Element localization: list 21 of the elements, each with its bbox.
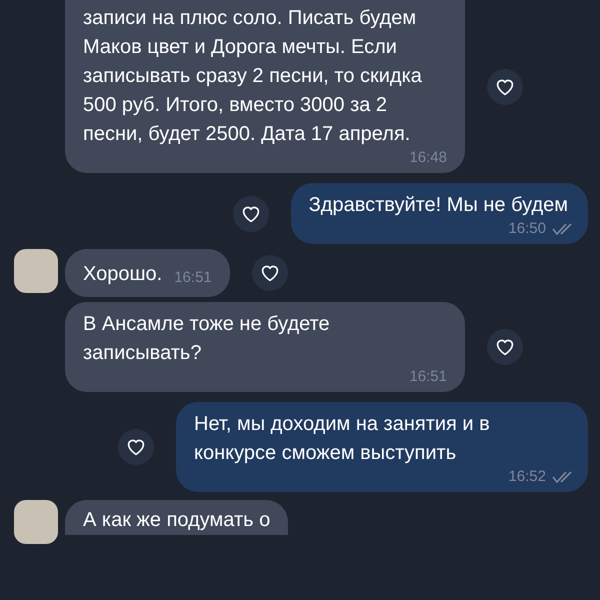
- heart-icon: [260, 264, 280, 282]
- message-time: 16:51: [174, 268, 212, 288]
- message-text: В Ансамле тоже не будете записывать?: [83, 312, 331, 366]
- message-text: Хорошо.: [83, 262, 162, 287]
- message-time: 16:50: [508, 220, 546, 238]
- like-button[interactable]: [232, 196, 269, 232]
- message-text: Здравствуйте! Мы не будем: [308, 193, 569, 218]
- message-time: 16:51: [409, 368, 447, 386]
- message-text: записи на плюс соло. Писать будем Маков цвет и Дорога мечты. Если записывать сразу 2 песни, то скидка 500 руб. Итого, вместо 3000 за 2 песни, будет 2500. Дата 17 апреля.: [83, 6, 423, 147]
- message-time: 16:48: [409, 149, 447, 167]
- like-button[interactable]: [487, 329, 523, 365]
- heart-icon: [126, 438, 146, 456]
- heart-icon: [495, 338, 515, 356]
- heart-icon: [240, 204, 261, 222]
- like-button[interactable]: [118, 429, 154, 465]
- like-button[interactable]: [487, 68, 523, 104]
- like-button[interactable]: [252, 255, 288, 291]
- message-time: 16:52: [508, 468, 546, 486]
- message-text: А как же подумать о: [83, 508, 270, 533]
- message-text: Нет, мы доходим на занятия и в конкурсе сможем выступить: [194, 412, 491, 466]
- heart-icon: [495, 78, 515, 96]
